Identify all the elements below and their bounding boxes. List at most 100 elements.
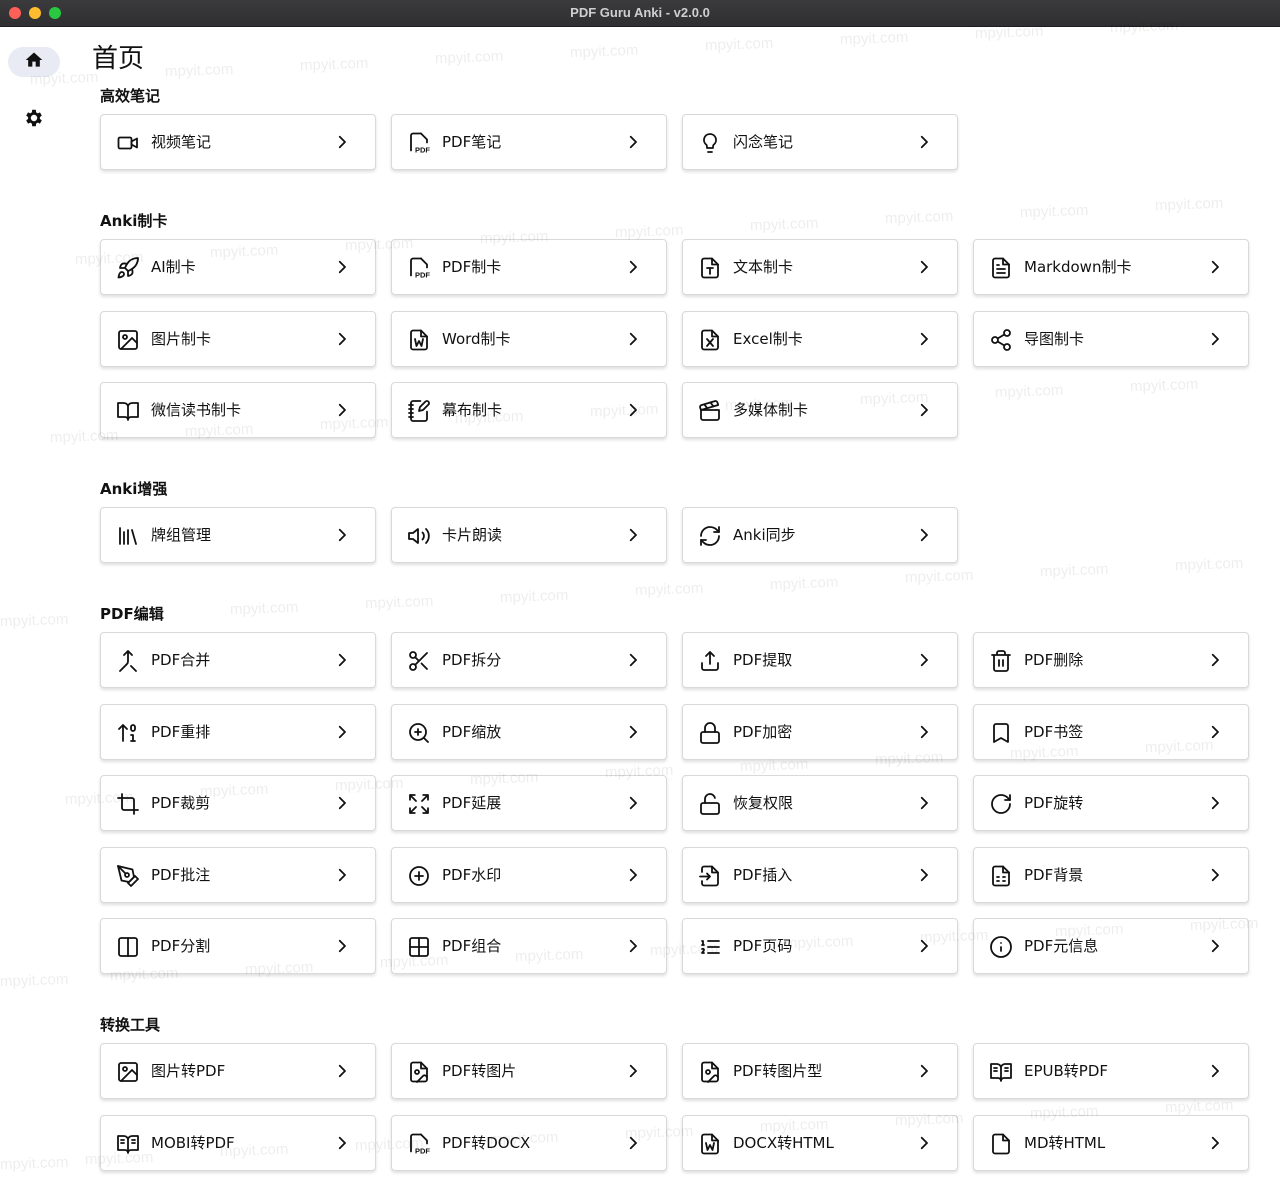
chevron-right-icon <box>333 330 351 348</box>
tool-card-markdown制卡[interactable]: Markdown制卡 <box>973 239 1249 295</box>
tool-card-导图制卡[interactable]: 导图制卡 <box>973 311 1249 367</box>
split-icon <box>116 935 140 959</box>
sidebar <box>0 27 70 1194</box>
chevron-right-icon <box>1206 866 1224 884</box>
tool-card-label: MOBI转PDF <box>151 1134 235 1152</box>
tool-card-label: 多媒体制卡 <box>733 401 809 419</box>
chevron-right-icon <box>624 1062 642 1080</box>
sync-icon <box>698 524 722 548</box>
tool-card-label: 导图制卡 <box>1024 330 1085 348</box>
tool-card-卡片朗读[interactable]: 卡片朗读 <box>391 507 667 563</box>
tool-card-label: PDF延展 <box>442 794 502 812</box>
chevron-right-icon <box>915 651 933 669</box>
tool-card-pdf缩放[interactable]: PDF缩放 <box>391 704 667 760</box>
excel-icon <box>698 328 722 352</box>
tool-card-label: 恢复权限 <box>733 794 794 812</box>
tool-card-闪念笔记[interactable]: 闪念笔记 <box>682 114 958 170</box>
tool-card-pdf书签[interactable]: PDF书签 <box>973 704 1249 760</box>
watermark-text: mpyit.com <box>839 28 909 49</box>
crop-icon <box>116 792 140 816</box>
chevron-right-icon <box>915 937 933 955</box>
tool-card-md转html[interactable]: MD转HTML <box>973 1115 1249 1171</box>
image-icon <box>116 1060 140 1084</box>
chevron-right-icon <box>333 1062 351 1080</box>
tool-card-mobi转pdf[interactable]: MOBI转PDF <box>100 1115 376 1171</box>
chevron-right-icon <box>915 330 933 348</box>
chevron-right-icon <box>915 258 933 276</box>
watermark-text: mpyit.com <box>434 47 504 68</box>
pen-icon <box>116 864 140 888</box>
tool-card-pdf重排[interactable]: PDF重排 <box>100 704 376 760</box>
tool-card-pdf转图片型[interactable]: PDF转图片型 <box>682 1043 958 1099</box>
tool-card-图片转pdf[interactable]: 图片转PDF <box>100 1043 376 1099</box>
tool-card-pdf拆分[interactable]: PDF拆分 <box>391 632 667 688</box>
tool-card-word制卡[interactable]: Word制卡 <box>391 311 667 367</box>
tool-card-label: 视频笔记 <box>151 133 212 151</box>
tool-card-pdf合并[interactable]: PDF合并 <box>100 632 376 688</box>
tool-card-pdf加密[interactable]: PDF加密 <box>682 704 958 760</box>
tool-card-label: Markdown制卡 <box>1024 258 1132 276</box>
tool-card-pdf页码[interactable]: PDF页码 <box>682 918 958 974</box>
tool-card-pdf分割[interactable]: PDF分割 <box>100 918 376 974</box>
tool-card-多媒体制卡[interactable]: 多媒体制卡 <box>682 382 958 438</box>
chevron-right-icon <box>1206 1062 1224 1080</box>
tool-card-label: 闪念笔记 <box>733 133 794 151</box>
trash-icon <box>989 649 1013 673</box>
chevron-right-icon <box>1206 258 1224 276</box>
chevron-right-icon <box>624 1134 642 1152</box>
chevron-right-icon <box>1206 723 1224 741</box>
tool-card-label: PDF分割 <box>151 937 211 955</box>
watermark-text: mpyit.com <box>749 214 819 235</box>
tool-card-幕布制卡[interactable]: 幕布制卡 <box>391 382 667 438</box>
bulb-icon <box>698 131 722 155</box>
tool-card-pdf元信息[interactable]: PDF元信息 <box>973 918 1249 974</box>
pdf-icon: PDF <box>407 256 431 280</box>
tool-card-label: Anki同步 <box>733 526 796 544</box>
tool-card-label: 卡片朗读 <box>442 526 503 544</box>
tool-card-excel制卡[interactable]: Excel制卡 <box>682 311 958 367</box>
tool-card-pdf删除[interactable]: PDF删除 <box>973 632 1249 688</box>
tool-card-label: 图片制卡 <box>151 330 212 348</box>
tool-card-docx转html[interactable]: DOCX转HTML <box>682 1115 958 1171</box>
watermark-text: mpyit.com <box>164 60 234 81</box>
tool-card-label: 图片转PDF <box>151 1062 226 1080</box>
tool-card-epub转pdf[interactable]: EPUB转PDF <box>973 1043 1249 1099</box>
tool-card-pdf提取[interactable]: PDF提取 <box>682 632 958 688</box>
sidebar-item-home[interactable] <box>8 47 60 77</box>
tool-card-视频笔记[interactable]: 视频笔记 <box>100 114 376 170</box>
tool-card-pdf旋转[interactable]: PDF旋转 <box>973 775 1249 831</box>
tool-card-pdf背景[interactable]: PDF背景 <box>973 847 1249 903</box>
plus-circle-icon <box>407 864 431 888</box>
chevron-right-icon <box>915 723 933 741</box>
tool-card-pdf延展[interactable]: PDF延展 <box>391 775 667 831</box>
book-open-2-icon <box>989 1060 1013 1084</box>
watermark-text: mpyit.com <box>499 586 569 607</box>
tool-card-文本制卡[interactable]: 文本制卡 <box>682 239 958 295</box>
unlock-icon <box>698 792 722 816</box>
file-import-icon <box>698 864 722 888</box>
tool-card-恢复权限[interactable]: 恢复权限 <box>682 775 958 831</box>
tool-card-微信读书制卡[interactable]: 微信读书制卡 <box>100 382 376 438</box>
tool-card-pdf笔记[interactable]: PDF PDF笔记 <box>391 114 667 170</box>
tool-card-牌组管理[interactable]: 牌组管理 <box>100 507 376 563</box>
tool-card-pdf制卡[interactable]: PDF PDF制卡 <box>391 239 667 295</box>
sidebar-item-settings[interactable] <box>19 105 49 135</box>
svg-text:PDF: PDF <box>415 271 430 280</box>
tool-card-pdf组合[interactable]: PDF组合 <box>391 918 667 974</box>
chevron-right-icon <box>333 937 351 955</box>
tool-card-pdf裁剪[interactable]: PDF裁剪 <box>100 775 376 831</box>
speaker-icon <box>407 524 431 548</box>
tool-card-ai制卡[interactable]: AI制卡 <box>100 239 376 295</box>
tool-card-pdf批注[interactable]: PDF批注 <box>100 847 376 903</box>
tool-card-label: PDF裁剪 <box>151 794 211 812</box>
chevron-right-icon <box>915 794 933 812</box>
tool-card-pdf插入[interactable]: PDF插入 <box>682 847 958 903</box>
tool-card-pdf转图片[interactable]: PDF转图片 <box>391 1043 667 1099</box>
tool-card-pdf转docx[interactable]: PDF PDF转DOCX <box>391 1115 667 1171</box>
tool-card-label: 幕布制卡 <box>442 401 503 419</box>
tool-card-label: PDF制卡 <box>442 258 502 276</box>
tool-card-anki同步[interactable]: Anki同步 <box>682 507 958 563</box>
tool-card-pdf水印[interactable]: PDF水印 <box>391 847 667 903</box>
tool-card-图片制卡[interactable]: 图片制卡 <box>100 311 376 367</box>
zoom-icon <box>407 721 431 745</box>
